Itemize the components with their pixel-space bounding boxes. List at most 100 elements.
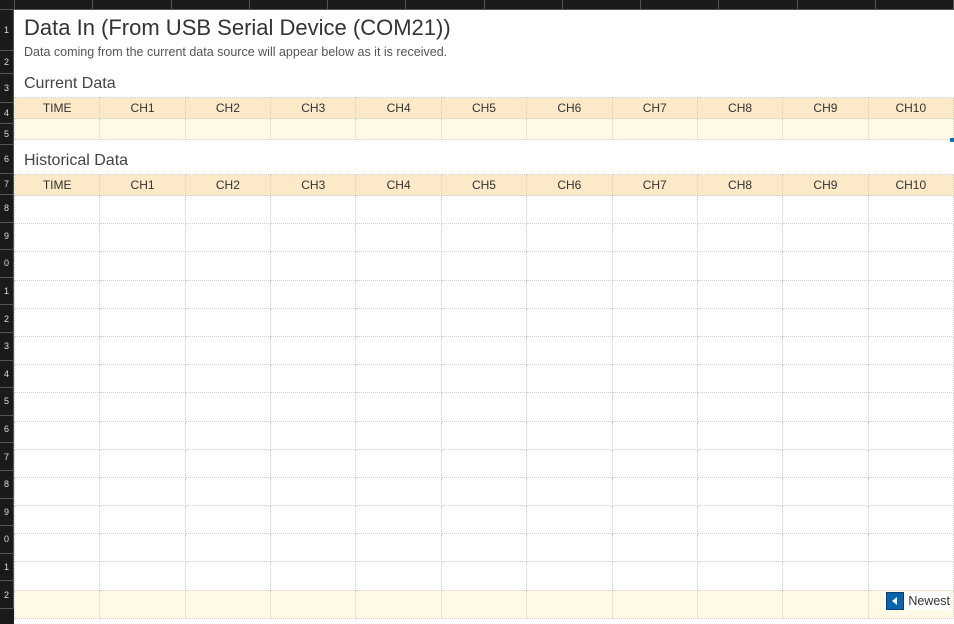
historical-data-cell[interactable]: [185, 308, 270, 336]
historical-data-cell[interactable]: [185, 280, 270, 308]
historical-data-cell[interactable]: [356, 393, 441, 421]
historical-data-cell[interactable]: [527, 393, 612, 421]
historical-data-cell[interactable]: [15, 224, 100, 252]
newest-button[interactable]: Newest: [886, 592, 950, 610]
historical-data-cell[interactable]: [783, 477, 868, 505]
historical-data-cell[interactable]: [15, 393, 100, 421]
table-row[interactable]: [15, 590, 954, 618]
historical-data-cell[interactable]: [356, 534, 441, 562]
historical-data-cell[interactable]: [697, 280, 782, 308]
historical-data-cell[interactable]: [185, 449, 270, 477]
historical-data-cell[interactable]: [356, 224, 441, 252]
historical-data-cell[interactable]: [271, 506, 356, 534]
historical-data-cell[interactable]: [783, 590, 868, 618]
column-header-ch5[interactable]: CH5: [441, 175, 526, 196]
column-header-ch7[interactable]: CH7: [612, 98, 697, 119]
historical-data-cell[interactable]: [527, 308, 612, 336]
historical-data-cell[interactable]: [868, 562, 953, 590]
historical-data-cell[interactable]: [868, 308, 953, 336]
table-row[interactable]: [15, 506, 954, 534]
historical-data-cell[interactable]: [100, 477, 185, 505]
historical-data-cell[interactable]: [441, 534, 526, 562]
historical-data-cell[interactable]: [612, 280, 697, 308]
historical-data-cell[interactable]: [15, 252, 100, 280]
historical-data-cell[interactable]: [15, 449, 100, 477]
historical-data-cell[interactable]: [356, 421, 441, 449]
historical-data-cell[interactable]: [441, 506, 526, 534]
historical-data-cell[interactable]: [868, 449, 953, 477]
historical-data-cell[interactable]: [527, 336, 612, 364]
historical-data-cell[interactable]: [100, 365, 185, 393]
historical-data-cell[interactable]: [697, 196, 782, 224]
historical-data-cell[interactable]: [356, 252, 441, 280]
historical-data-cell[interactable]: [356, 590, 441, 618]
historical-data-cell[interactable]: [783, 308, 868, 336]
historical-data-cell[interactable]: [185, 421, 270, 449]
historical-data-cell[interactable]: [612, 336, 697, 364]
historical-data-cell[interactable]: [783, 252, 868, 280]
historical-data-cell[interactable]: [185, 224, 270, 252]
historical-data-cell[interactable]: [356, 308, 441, 336]
historical-data-cell[interactable]: [356, 280, 441, 308]
historical-data-cell[interactable]: [441, 196, 526, 224]
historical-data-cell[interactable]: [15, 308, 100, 336]
historical-data-cell[interactable]: [527, 534, 612, 562]
historical-data-cell[interactable]: [697, 365, 782, 393]
historical-data-cell[interactable]: [527, 590, 612, 618]
historical-data-cell[interactable]: [15, 562, 100, 590]
table-row[interactable]: [15, 534, 954, 562]
historical-data-cell[interactable]: [527, 196, 612, 224]
historical-data-cell[interactable]: [356, 365, 441, 393]
historical-data-cell[interactable]: [527, 421, 612, 449]
current-data-cell[interactable]: [356, 119, 441, 140]
historical-data-cell[interactable]: [612, 196, 697, 224]
column-header-ch5[interactable]: CH5: [441, 98, 526, 119]
historical-data-table[interactable]: TIMECH1CH2CH3CH4CH5CH6CH7CH8CH9CH10: [14, 174, 954, 619]
historical-data-cell[interactable]: [612, 308, 697, 336]
column-header-ch4[interactable]: CH4: [356, 98, 441, 119]
historical-data-cell[interactable]: [441, 590, 526, 618]
historical-data-cell[interactable]: [100, 534, 185, 562]
historical-data-cell[interactable]: [441, 449, 526, 477]
historical-data-cell[interactable]: [100, 506, 185, 534]
historical-data-cell[interactable]: [527, 252, 612, 280]
historical-data-cell[interactable]: [783, 534, 868, 562]
historical-data-cell[interactable]: [868, 336, 953, 364]
historical-data-cell[interactable]: [783, 365, 868, 393]
historical-data-cell[interactable]: [612, 365, 697, 393]
historical-data-cell[interactable]: [527, 280, 612, 308]
historical-data-cell[interactable]: [697, 224, 782, 252]
historical-data-cell[interactable]: [783, 196, 868, 224]
historical-data-cell[interactable]: [441, 308, 526, 336]
historical-data-cell[interactable]: [783, 393, 868, 421]
table-row[interactable]: [15, 421, 954, 449]
historical-data-cell[interactable]: [271, 421, 356, 449]
column-header-ch9[interactable]: CH9: [783, 98, 868, 119]
table-row[interactable]: [15, 252, 954, 280]
table-row[interactable]: [15, 280, 954, 308]
historical-data-cell[interactable]: [697, 336, 782, 364]
historical-data-cell[interactable]: [697, 534, 782, 562]
table-row[interactable]: [15, 224, 954, 252]
historical-data-cell[interactable]: [441, 280, 526, 308]
current-data-table[interactable]: TIMECH1CH2CH3CH4CH5CH6CH7CH8CH9CH10: [14, 97, 954, 140]
historical-data-cell[interactable]: [100, 449, 185, 477]
column-header-ch1[interactable]: CH1: [100, 98, 185, 119]
historical-data-cell[interactable]: [868, 224, 953, 252]
current-data-cell[interactable]: [612, 119, 697, 140]
table-row[interactable]: [15, 365, 954, 393]
column-header-time[interactable]: TIME: [15, 98, 100, 119]
column-header-ch2[interactable]: CH2: [185, 175, 270, 196]
historical-data-cell[interactable]: [868, 365, 953, 393]
historical-data-cell[interactable]: [783, 280, 868, 308]
column-header-ch8[interactable]: CH8: [697, 98, 782, 119]
historical-data-cell[interactable]: [697, 393, 782, 421]
historical-data-cell[interactable]: [783, 562, 868, 590]
column-header-ch10[interactable]: CH10: [868, 98, 953, 119]
historical-data-cell[interactable]: [271, 308, 356, 336]
column-header-time[interactable]: TIME: [15, 175, 100, 196]
historical-data-cell[interactable]: [441, 252, 526, 280]
historical-data-cell[interactable]: [271, 534, 356, 562]
historical-data-cell[interactable]: [356, 506, 441, 534]
historical-data-cell[interactable]: [527, 477, 612, 505]
